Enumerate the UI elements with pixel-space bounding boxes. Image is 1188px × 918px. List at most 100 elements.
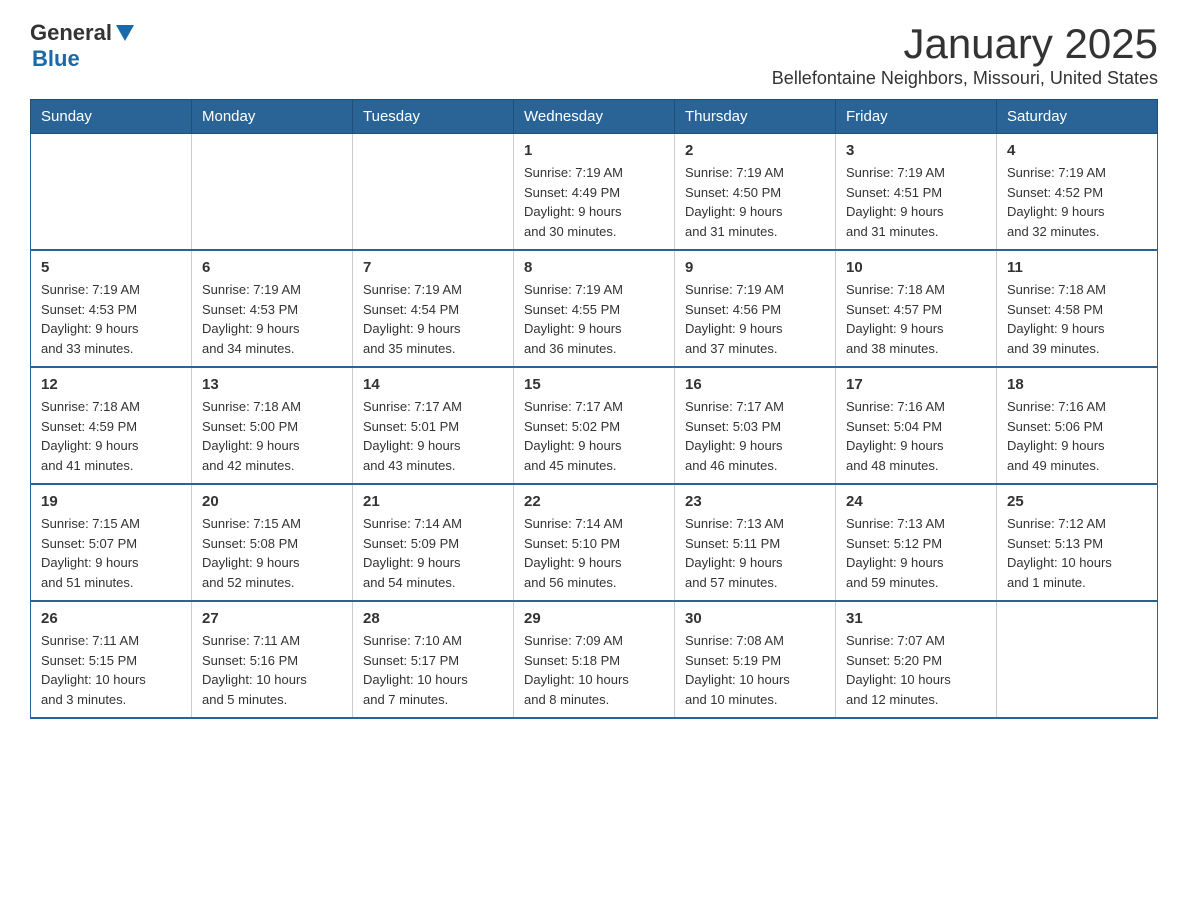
calendar-cell <box>997 601 1158 718</box>
logo-general-text: General <box>30 20 112 46</box>
day-number: 25 <box>1007 493 1147 510</box>
calendar-cell: 12 Sunrise: 7:18 AM Sunset: 4:59 PM Dayli… <box>31 367 192 484</box>
day-number: 5 <box>41 259 181 276</box>
day-info: Sunrise: 7:14 AM Sunset: 5:09 PM Dayligh… <box>363 514 503 592</box>
day-number: 22 <box>524 493 664 510</box>
calendar-cell <box>353 134 514 251</box>
day-info: Sunrise: 7:13 AM Sunset: 5:11 PM Dayligh… <box>685 514 825 592</box>
day-info: Sunrise: 7:08 AM Sunset: 5:19 PM Dayligh… <box>685 631 825 709</box>
calendar-header-row: SundayMondayTuesdayWednesdayThursdayFrid… <box>31 100 1158 134</box>
calendar-cell: 1 Sunrise: 7:19 AM Sunset: 4:49 PM Daylig… <box>514 134 675 251</box>
day-number: 24 <box>846 493 986 510</box>
calendar-cell: 18 Sunrise: 7:16 AM Sunset: 5:06 PM Dayli… <box>997 367 1158 484</box>
day-number: 3 <box>846 142 986 159</box>
day-number: 18 <box>1007 376 1147 393</box>
calendar-cell: 16 Sunrise: 7:17 AM Sunset: 5:03 PM Dayli… <box>675 367 836 484</box>
day-info: Sunrise: 7:11 AM Sunset: 5:15 PM Dayligh… <box>41 631 181 709</box>
day-number: 31 <box>846 610 986 627</box>
calendar-cell: 22Sunrise: 7:14 AM Sunset: 5:10 PM Dayli… <box>514 484 675 601</box>
day-info: Sunrise: 7:16 AM Sunset: 5:06 PM Dayligh… <box>1007 397 1147 475</box>
day-number: 27 <box>202 610 342 627</box>
day-info: Sunrise: 7:19 AM Sunset: 4:53 PM Dayligh… <box>202 280 342 358</box>
day-info: Sunrise: 7:16 AM Sunset: 5:04 PM Dayligh… <box>846 397 986 475</box>
calendar-day-header: Saturday <box>997 100 1158 134</box>
day-number: 7 <box>363 259 503 276</box>
day-info: Sunrise: 7:18 AM Sunset: 5:00 PM Dayligh… <box>202 397 342 475</box>
calendar-cell: 31 Sunrise: 7:07 AM Sunset: 5:20 PM Dayli… <box>836 601 997 718</box>
day-number: 19 <box>41 493 181 510</box>
calendar-cell: 21Sunrise: 7:14 AM Sunset: 5:09 PM Dayli… <box>353 484 514 601</box>
calendar-cell: 17Sunrise: 7:16 AM Sunset: 5:04 PM Dayli… <box>836 367 997 484</box>
day-info: Sunrise: 7:09 AM Sunset: 5:18 PM Dayligh… <box>524 631 664 709</box>
day-number: 8 <box>524 259 664 276</box>
day-info: Sunrise: 7:15 AM Sunset: 5:08 PM Dayligh… <box>202 514 342 592</box>
calendar-table: SundayMondayTuesdayWednesdayThursdayFrid… <box>30 99 1158 719</box>
day-number: 26 <box>41 610 181 627</box>
day-number: 10 <box>846 259 986 276</box>
day-number: 1 <box>524 142 664 159</box>
day-info: Sunrise: 7:18 AM Sunset: 4:58 PM Dayligh… <box>1007 280 1147 358</box>
calendar-cell: 6 Sunrise: 7:19 AM Sunset: 4:53 PM Daylig… <box>192 250 353 367</box>
calendar-week-row: 1 Sunrise: 7:19 AM Sunset: 4:49 PM Daylig… <box>31 134 1158 251</box>
day-number: 14 <box>363 376 503 393</box>
day-info: Sunrise: 7:10 AM Sunset: 5:17 PM Dayligh… <box>363 631 503 709</box>
day-number: 11 <box>1007 259 1147 276</box>
calendar-cell: 5Sunrise: 7:19 AM Sunset: 4:53 PM Daylig… <box>31 250 192 367</box>
calendar-week-row: 26 Sunrise: 7:11 AM Sunset: 5:15 PM Dayli… <box>31 601 1158 718</box>
page-subtitle: Bellefontaine Neighbors, Missouri, Unite… <box>772 68 1158 89</box>
calendar-cell: 30 Sunrise: 7:08 AM Sunset: 5:19 PM Dayli… <box>675 601 836 718</box>
day-info: Sunrise: 7:07 AM Sunset: 5:20 PM Dayligh… <box>846 631 986 709</box>
day-number: 30 <box>685 610 825 627</box>
calendar-cell: 26 Sunrise: 7:11 AM Sunset: 5:15 PM Dayli… <box>31 601 192 718</box>
day-info: Sunrise: 7:18 AM Sunset: 4:57 PM Dayligh… <box>846 280 986 358</box>
calendar-day-header: Monday <box>192 100 353 134</box>
day-info: Sunrise: 7:11 AM Sunset: 5:16 PM Dayligh… <box>202 631 342 709</box>
calendar-cell <box>192 134 353 251</box>
calendar-day-header: Friday <box>836 100 997 134</box>
day-info: Sunrise: 7:17 AM Sunset: 5:03 PM Dayligh… <box>685 397 825 475</box>
calendar-cell: 2Sunrise: 7:19 AM Sunset: 4:50 PM Daylig… <box>675 134 836 251</box>
day-info: Sunrise: 7:19 AM Sunset: 4:49 PM Dayligh… <box>524 163 664 241</box>
calendar-week-row: 5 Sunrise: 7:19 AM Sunset: 4:53 PM Daylig… <box>31 250 1158 367</box>
day-number: 29 <box>524 610 664 627</box>
day-info: Sunrise: 7:18 AM Sunset: 4:59 PM Dayligh… <box>41 397 181 475</box>
calendar-day-header: Wednesday <box>514 100 675 134</box>
day-info: Sunrise: 7:17 AM Sunset: 5:01 PM Dayligh… <box>363 397 503 475</box>
calendar-cell: 8 Sunrise: 7:19 AM Sunset: 4:55 PM Daylig… <box>514 250 675 367</box>
day-info: Sunrise: 7:19 AM Sunset: 4:50 PM Dayligh… <box>685 163 825 241</box>
calendar-cell: 15Sunrise: 7:17 AM Sunset: 5:02 PM Dayli… <box>514 367 675 484</box>
day-number: 16 <box>685 376 825 393</box>
calendar-cell: 10 Sunrise: 7:18 AM Sunset: 4:57 PM Dayli… <box>836 250 997 367</box>
calendar-cell: 19 Sunrise: 7:15 AM Sunset: 5:07 PM Dayli… <box>31 484 192 601</box>
calendar-cell: 7Sunrise: 7:19 AM Sunset: 4:54 PM Daylig… <box>353 250 514 367</box>
day-number: 4 <box>1007 142 1147 159</box>
day-number: 12 <box>41 376 181 393</box>
calendar-day-header: Thursday <box>675 100 836 134</box>
calendar-cell: 14 Sunrise: 7:17 AM Sunset: 5:01 PM Dayli… <box>353 367 514 484</box>
day-info: Sunrise: 7:19 AM Sunset: 4:56 PM Dayligh… <box>685 280 825 358</box>
day-info: Sunrise: 7:19 AM Sunset: 4:52 PM Dayligh… <box>1007 163 1147 241</box>
day-number: 20 <box>202 493 342 510</box>
calendar-day-header: Tuesday <box>353 100 514 134</box>
calendar-week-row: 12 Sunrise: 7:18 AM Sunset: 4:59 PM Dayli… <box>31 367 1158 484</box>
day-info: Sunrise: 7:15 AM Sunset: 5:07 PM Dayligh… <box>41 514 181 592</box>
day-info: Sunrise: 7:19 AM Sunset: 4:55 PM Dayligh… <box>524 280 664 358</box>
page-header: General Blue January 2025 Bellefontaine … <box>30 20 1158 89</box>
calendar-cell: 28Sunrise: 7:10 AM Sunset: 5:17 PM Dayli… <box>353 601 514 718</box>
calendar-day-header: Sunday <box>31 100 192 134</box>
day-number: 23 <box>685 493 825 510</box>
day-number: 9 <box>685 259 825 276</box>
day-number: 15 <box>524 376 664 393</box>
day-number: 6 <box>202 259 342 276</box>
day-number: 13 <box>202 376 342 393</box>
calendar-cell: 3 Sunrise: 7:19 AM Sunset: 4:51 PM Daylig… <box>836 134 997 251</box>
logo: General Blue <box>30 20 134 72</box>
day-info: Sunrise: 7:13 AM Sunset: 5:12 PM Dayligh… <box>846 514 986 592</box>
calendar-cell: 11 Sunrise: 7:18 AM Sunset: 4:58 PM Dayli… <box>997 250 1158 367</box>
logo-blue-text: Blue <box>32 46 80 72</box>
calendar-cell: 9 Sunrise: 7:19 AM Sunset: 4:56 PM Daylig… <box>675 250 836 367</box>
calendar-cell: 29 Sunrise: 7:09 AM Sunset: 5:18 PM Dayli… <box>514 601 675 718</box>
day-info: Sunrise: 7:19 AM Sunset: 4:51 PM Dayligh… <box>846 163 986 241</box>
page-title: January 2025 <box>772 20 1158 68</box>
calendar-cell: 24 Sunrise: 7:13 AM Sunset: 5:12 PM Dayli… <box>836 484 997 601</box>
